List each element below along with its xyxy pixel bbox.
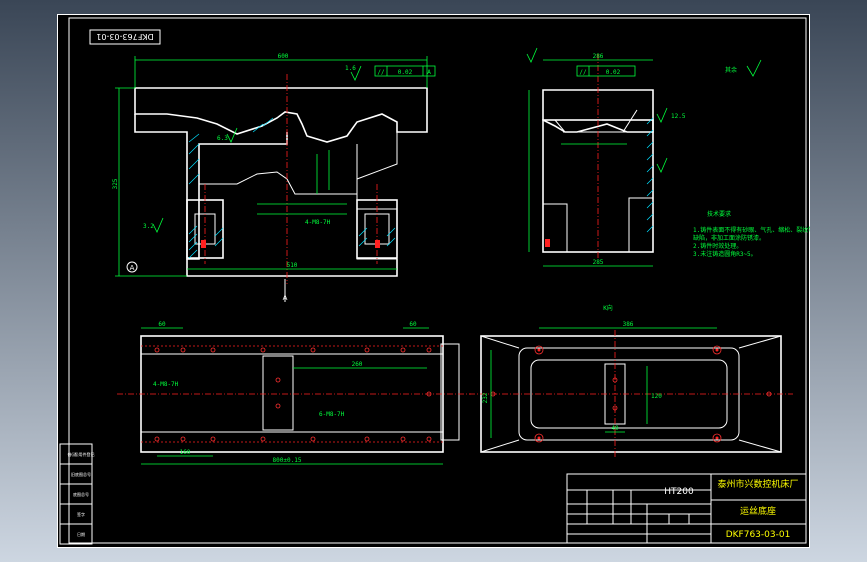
material: HT200 xyxy=(664,487,694,497)
roughness-ra2: 3.2 xyxy=(143,223,154,230)
section-arrow-label: A xyxy=(283,294,288,302)
sidebar-label-3: 签字 xyxy=(77,511,85,517)
sidebar-label-2: 底图总号 xyxy=(73,491,89,497)
roughness-ra4: 12.5 xyxy=(671,113,686,120)
tech-req-1b: 缺陷，非加工面涂防锈漆。 xyxy=(693,234,765,242)
sidebar-label-1: 旧底图总号 xyxy=(71,471,91,477)
title-block: HT200 泰州市兴数控机床厂 运丝底座 DKF763-03-01 xyxy=(566,473,807,544)
dim-plan-120: 120 xyxy=(651,393,662,400)
dim-height: 325 xyxy=(112,178,119,189)
drawing-sheet: DKF763-03-01 600 325 510 // 0.02 A 1.6 6… xyxy=(57,14,810,548)
gdt-datum: A xyxy=(427,69,431,76)
tech-req-1: 1.铸件表面不得有砂眼、气孔、缩松、裂纹等 xyxy=(693,226,810,234)
gdt-parallel-2: 0.02 xyxy=(606,69,621,76)
part-name: 运丝底座 xyxy=(740,505,776,517)
outer-border xyxy=(57,14,810,548)
dim-left-60: 60 xyxy=(158,321,166,328)
dim-side-width: 285 xyxy=(593,259,604,266)
view-label-k: K向 xyxy=(603,304,613,312)
dim-plan-height: 232 xyxy=(482,392,489,403)
company-name: 泰州市兴数控机床厂 xyxy=(717,478,798,490)
top-holes-note: 4-M8-7H xyxy=(153,381,179,388)
top-view: 800±0.15 60 60 160 260 4-M8-7H 6-M8-7H xyxy=(117,321,471,465)
tech-req-title: 技术要求 xyxy=(707,210,731,218)
tech-req-2: 2.铸件时效处理。 xyxy=(693,242,742,250)
roughness-ra3: 6.3 xyxy=(217,135,228,142)
rotated-drawing-number: DKF763-03-01 xyxy=(96,32,153,41)
left-sidebar: 借(通)用件登记 旧底图总号 底图总号 签字 日期 xyxy=(59,443,95,545)
dim-right-60: 60 xyxy=(409,321,417,328)
dim-plan-width: 386 xyxy=(623,321,634,328)
front-holes-note: 4-M8-7H xyxy=(305,219,331,226)
dim-side-top: 286 xyxy=(593,53,604,60)
gdt-parallel-1: 0.02 xyxy=(398,69,413,76)
dim-hole-pitch: 160 xyxy=(180,449,191,456)
roughness-ra1: 1.6 xyxy=(345,65,356,72)
sidebar-label-0: 借(通)用件登记 xyxy=(67,451,94,457)
dim-bottom-length: 800±0.15 xyxy=(273,457,302,464)
dim-top-width: 600 xyxy=(278,53,289,60)
cad-drawing: DKF763-03-01 600 325 510 // 0.02 A 1.6 6… xyxy=(57,14,810,548)
svg-text://: // xyxy=(579,69,587,76)
top-holes-note2: 6-M8-7H xyxy=(319,411,345,418)
tech-req-3: 3.未注铸造圆角R3~5。 xyxy=(693,250,757,258)
sidebar-label-4: 日期 xyxy=(77,531,85,537)
tech-requirements: 技术要求 1.铸件表面不得有砂眼、气孔、缩松、裂纹等 缺陷，非加工面涂防锈漆。 … xyxy=(693,210,810,258)
side-view: 286 285 // 0.02 12.5 xyxy=(526,47,686,267)
svg-text://: // xyxy=(377,69,385,76)
bottom-view: 386 120 40 232 xyxy=(469,321,793,458)
section-marker-a: A xyxy=(130,264,135,272)
dim-plan-40: 40 xyxy=(611,425,619,432)
drawing-number: DKF763-03-01 xyxy=(726,530,791,540)
roughness-other: 其余 xyxy=(725,66,737,74)
dim-base-width: 510 xyxy=(287,262,298,269)
front-view: 600 325 510 // 0.02 A 1.6 6.3 3.2 4-M8-7… xyxy=(112,53,436,302)
dim-plan-260: 260 xyxy=(352,361,363,368)
